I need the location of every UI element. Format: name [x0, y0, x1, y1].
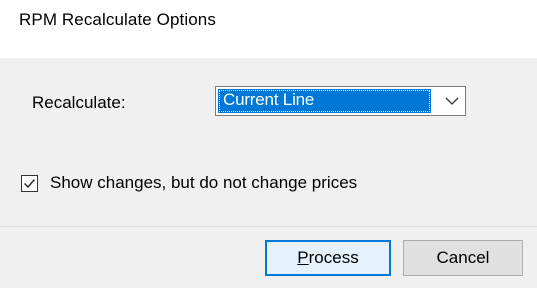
dialog-title: RPM Recalculate Options: [19, 10, 216, 29]
recalculate-selected-value: Current Line: [218, 89, 431, 113]
checkmark-icon: [24, 179, 36, 189]
chevron-down-icon[interactable]: [443, 93, 461, 109]
recalculate-label: Recalculate:: [32, 93, 126, 112]
show-changes-checkbox[interactable]: [21, 175, 38, 192]
process-label-rest: rocess: [308, 248, 359, 267]
recalculate-options-dialog: RPM Recalculate Options Recalculate: Cur…: [0, 0, 537, 288]
dialog-footer: Process Cancel: [0, 226, 537, 288]
cancel-button[interactable]: Cancel: [403, 240, 523, 276]
process-access-key: P: [297, 248, 309, 267]
dialog-body: Recalculate: Current Line Show changes, …: [0, 58, 537, 288]
process-button[interactable]: Process: [265, 240, 391, 276]
show-changes-label[interactable]: Show changes, but do not change prices: [50, 173, 357, 193]
recalculate-dropdown[interactable]: Current Line: [215, 86, 466, 116]
